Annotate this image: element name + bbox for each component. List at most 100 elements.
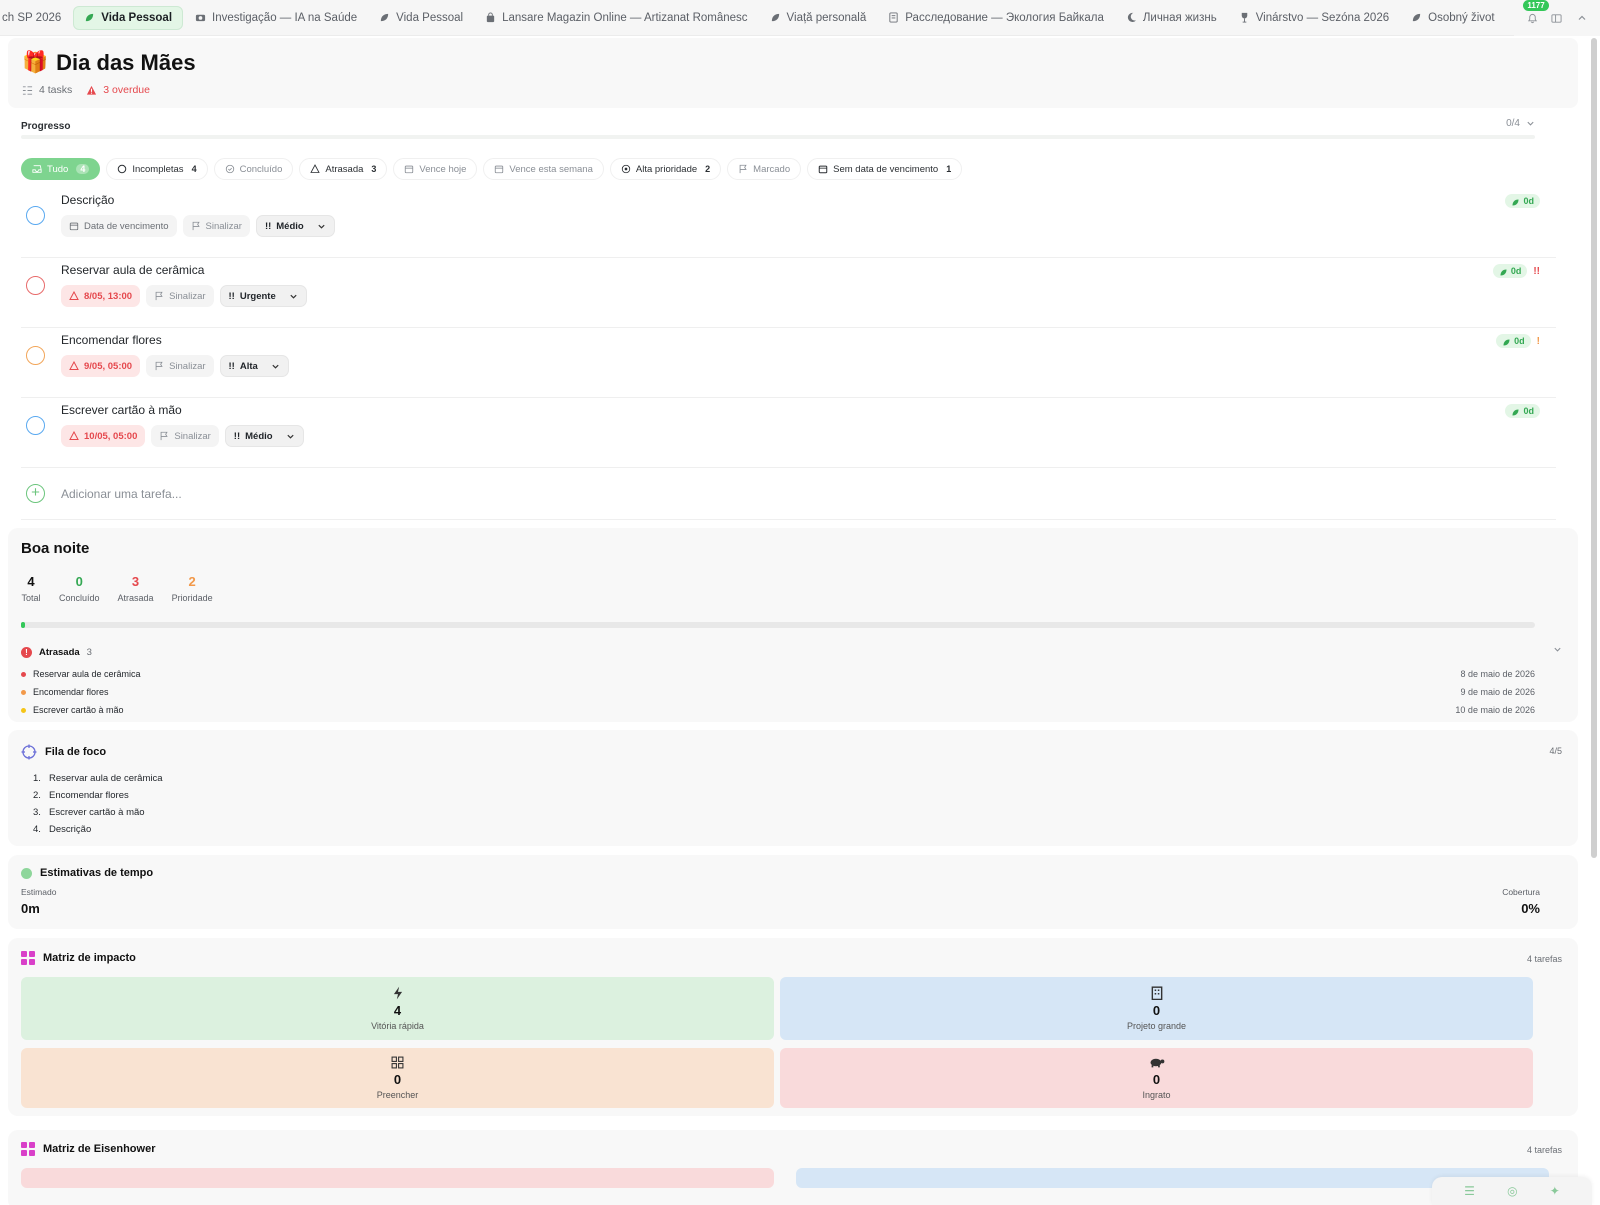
tab-label: ch SP 2026 (2, 11, 62, 24)
priority-select[interactable]: !! Médio (255, 215, 335, 237)
estimates-title: Estimativas de tempo (40, 867, 154, 879)
add-task-row[interactable]: + Adicionar uma tarefa... (21, 482, 1556, 520)
filter-chip-0[interactable]: Tudo 4 (21, 158, 101, 180)
overdue-header[interactable]: ! Atrasada 3 (21, 647, 92, 658)
filter-chip-3[interactable]: Atrasada 3 (299, 158, 388, 180)
overdue-item[interactable]: Reservar aula de cerâmica 8 de maio de 20… (21, 665, 1535, 683)
task-title[interactable]: Descrição (61, 193, 114, 207)
bolt-icon (391, 986, 405, 1000)
leaf-icon (1511, 407, 1520, 416)
impact-quadrant-3[interactable]: 0 Ingrato (780, 1048, 1533, 1108)
clock-icon (21, 867, 32, 879)
collapse-button[interactable] (1571, 7, 1593, 29)
list-emoji-icon[interactable]: 🎁 (22, 51, 48, 75)
layout-button[interactable] (1546, 7, 1568, 29)
overdue-task-name: Escrever cartão à mão (33, 705, 124, 715)
filter-label: Tudo (47, 163, 69, 175)
tasks-icon (22, 85, 33, 95)
age-badge: 0d (1492, 264, 1528, 278)
greeting: Boa noite (21, 540, 90, 557)
grid-icon (21, 951, 35, 965)
task-title[interactable]: Encomendar flores (61, 333, 162, 347)
filter-chip-5[interactable]: Vence esta semana (483, 158, 604, 180)
moon-icon (1126, 12, 1137, 23)
progress-bar (21, 135, 1535, 139)
scrollbar[interactable] (1591, 38, 1597, 858)
due-date-button[interactable]: 9/05, 05:00 (61, 355, 141, 377)
tab-9[interactable]: Osobný život (1401, 6, 1504, 30)
page-title[interactable]: Dia das Mães (56, 50, 195, 76)
priority-select[interactable]: !! Alta (219, 355, 289, 377)
overdue-item[interactable]: Escrever cartão à mão 10 de maio de 2026 (21, 701, 1535, 719)
impact-quadrant-2[interactable]: 0 Preencher (21, 1048, 774, 1108)
chevron-down-icon (290, 294, 297, 299)
overdue-date: 9 de maio de 2026 (1460, 687, 1535, 697)
tab-6[interactable]: Расследование — Экология Байкала (878, 6, 1114, 30)
tab-1[interactable]: Vida Pessoal (73, 5, 184, 30)
tab-0[interactable]: ch SP 2026 (0, 6, 71, 30)
globe-icon[interactable]: ◎ (1507, 1184, 1517, 1198)
sparkle-icon[interactable]: ✦ (1550, 1184, 1560, 1198)
priority-select[interactable]: !! Urgente (219, 285, 307, 307)
tab-label: Расследование — Экология Байкала (905, 11, 1104, 24)
list-icon[interactable]: ☰ (1464, 1184, 1475, 1198)
filter-chip-7[interactable]: Marcado (727, 158, 802, 180)
overdue-count: 3 overdue (86, 84, 150, 96)
quadrant-urgent-important[interactable] (21, 1168, 774, 1188)
filter-chip-2[interactable]: Concluído (213, 158, 294, 180)
chevron-up-icon (1578, 15, 1586, 20)
filter-chip-6[interactable]: Alta prioridade 2 (609, 158, 722, 180)
complete-checkbox[interactable] (26, 416, 45, 435)
filter-chip-1[interactable]: Incompletas 4 (106, 158, 208, 180)
due-date-button[interactable]: 10/05, 05:00 (61, 425, 146, 447)
tab-3[interactable]: Vida Pessoal (369, 6, 473, 30)
flag-button[interactable]: Sinalizar (182, 215, 250, 237)
flag-button[interactable]: Sinalizar (151, 425, 219, 447)
tab-4[interactable]: Lansare Magazin Online — Artizanat Român… (475, 6, 757, 30)
stat-3: 2 Prioridade (172, 574, 213, 603)
complete-checkbox[interactable] (26, 276, 45, 295)
tab-5[interactable]: Viață personală (760, 6, 877, 30)
due-date-button[interactable]: Data de vencimento (61, 215, 177, 237)
complete-checkbox[interactable] (26, 206, 45, 225)
stat-value: 0 (75, 574, 83, 589)
task-row[interactable]: Reservar aula de cerâmica 8/05, 13:00 Sina… (21, 258, 1556, 328)
impact-quadrant-0[interactable]: 4 Vitória rápida (21, 977, 774, 1040)
summary-card: Boa noite 4 Total 0 Concluído 3 Atrasada 2 Prio… (8, 528, 1578, 722)
flag-button[interactable]: Sinalizar (146, 285, 214, 307)
overdue-item[interactable]: Encomendar flores 9 de maio de 2026 (21, 683, 1535, 701)
tab-7[interactable]: Личная жизнь (1116, 6, 1227, 30)
progress-toggle[interactable]: 0/4 (1506, 118, 1535, 129)
task-row[interactable]: Escrever cartão à mão 10/05, 05:00 Sinaliz… (21, 398, 1556, 468)
add-task-icon[interactable]: + (26, 484, 45, 503)
notifications-button[interactable]: 1177 (1521, 0, 1549, 29)
task-row[interactable]: Encomendar flores 9/05, 05:00 Sinalizar!! A… (21, 328, 1556, 398)
task-title[interactable]: Escrever cartão à mão (61, 403, 182, 417)
flag-icon (154, 291, 164, 301)
task-row[interactable]: Descrição Data de vencimento Sinalizar!! Mé… (21, 188, 1556, 258)
flag-button[interactable]: Sinalizar (146, 355, 214, 377)
focus-item[interactable]: 1. Reservar aula de cerâmica (33, 770, 163, 787)
completion-fill (21, 622, 25, 628)
estimated-label: Estimado (21, 887, 57, 897)
chevron-down-icon[interactable] (1553, 645, 1562, 654)
quadrant-value: 0 (1152, 1003, 1161, 1018)
focus-item-label: Encomendar flores (49, 790, 129, 801)
complete-checkbox[interactable] (26, 346, 45, 365)
add-task-input[interactable]: Adicionar uma tarefa... (61, 487, 182, 501)
priority-select[interactable]: !! Médio (224, 425, 304, 447)
filter-label: Vence hoje (419, 163, 467, 175)
due-date-button[interactable]: 8/05, 13:00 (61, 285, 141, 307)
filter-chip-4[interactable]: Vence hoje (393, 158, 478, 180)
task-title[interactable]: Reservar aula de cerâmica (61, 263, 204, 277)
impact-quadrant-1[interactable]: 0 Projeto grande (780, 977, 1533, 1040)
filter-chip-8[interactable]: Sem data de vencimento 1 (807, 158, 963, 180)
filter-count: 2 (705, 164, 711, 174)
tab-2[interactable]: Investigação — IA na Saúde (185, 6, 367, 30)
focus-item[interactable]: 4. Descrição (33, 821, 163, 838)
tab-8[interactable]: Vinárstvo — Sezóna 2026 (1229, 6, 1399, 30)
focus-item[interactable]: 2. Encomendar flores (33, 787, 163, 804)
flag-icon (191, 221, 201, 231)
chevron-down-icon (1527, 121, 1534, 126)
focus-item[interactable]: 3. Escrever cartão à mão (33, 804, 163, 821)
